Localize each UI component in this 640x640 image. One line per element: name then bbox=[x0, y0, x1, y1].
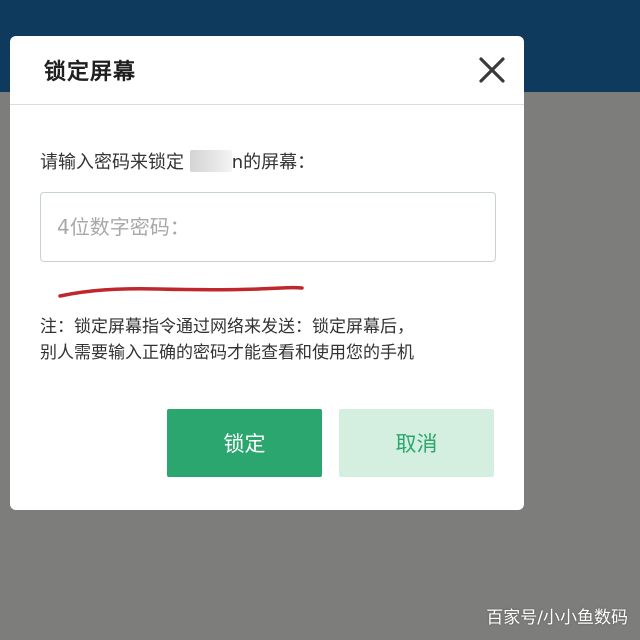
cancel-button[interactable]: 取消 bbox=[339, 409, 494, 477]
close-icon bbox=[479, 57, 505, 83]
note-line-1: 注：锁定屏幕指令通过网络来发送：锁定屏幕后， bbox=[40, 317, 414, 337]
prompt-name-tail: n bbox=[231, 152, 244, 173]
prompt-prefix: 请输入密码来锁定 bbox=[40, 152, 184, 173]
lock-screen-dialog: 锁定屏幕 请输入密码来锁定 n的屏幕： 注：锁定屏幕指令通过网络来发送：锁定屏幕… bbox=[10, 36, 524, 510]
red-annotation-stroke bbox=[58, 285, 304, 298]
lock-note: 注：锁定屏幕指令通过网络来发送：锁定屏幕后， 别人需要输入正确的密码才能查看和使… bbox=[40, 314, 510, 366]
watermark-text: 百家号/小小鱼数码 bbox=[486, 608, 628, 628]
redacted-device-name bbox=[189, 150, 232, 172]
note-line-2: 别人需要输入正确的密码才能查看和使用您的手机 bbox=[40, 343, 414, 363]
dialog-title: 锁定屏幕 bbox=[44, 60, 137, 85]
prompt-suffix: 的屏幕： bbox=[243, 152, 316, 173]
lock-button[interactable]: 锁定 bbox=[167, 409, 322, 477]
close-button[interactable] bbox=[476, 54, 508, 86]
dialog-header: 锁定屏幕 bbox=[10, 36, 524, 105]
lock-prompt: 请输入密码来锁定 n的屏幕： bbox=[40, 148, 315, 174]
password-input[interactable] bbox=[40, 192, 496, 262]
